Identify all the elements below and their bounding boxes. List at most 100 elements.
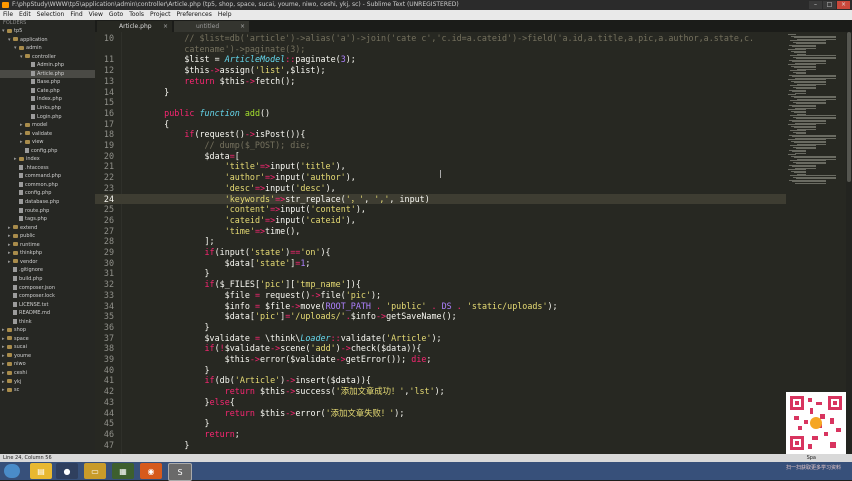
sidebar-file[interactable]: config.php bbox=[0, 189, 95, 197]
code-line[interactable]: 31 } bbox=[95, 268, 786, 279]
menu-project[interactable]: Project bbox=[147, 10, 174, 20]
menu-edit[interactable]: Edit bbox=[16, 10, 34, 20]
sidebar-file[interactable]: think bbox=[0, 318, 95, 326]
sidebar-file[interactable]: .htaccess bbox=[0, 164, 95, 172]
start-button[interactable] bbox=[4, 464, 20, 478]
sidebar-folder[interactable]: ▸ ceshi bbox=[0, 369, 95, 377]
code-line[interactable]: 39 $this->error($validate->getError()); … bbox=[95, 354, 786, 365]
sidebar-file[interactable]: database.php bbox=[0, 198, 95, 206]
sidebar-file[interactable]: composer.lock bbox=[0, 292, 95, 300]
code-line[interactable]: 33 $file = request()->file('pic'); bbox=[95, 290, 786, 301]
menu-goto[interactable]: Goto bbox=[106, 10, 126, 20]
sidebar-file[interactable]: build.php bbox=[0, 275, 95, 283]
notepad-taskbar-icon[interactable]: ▦ bbox=[112, 463, 134, 479]
code-line[interactable]: 17 { bbox=[95, 119, 786, 130]
code-line[interactable]: 40 } bbox=[95, 365, 786, 376]
maximize-button[interactable]: □ bbox=[823, 1, 836, 9]
sidebar-folder[interactable]: ▾ application bbox=[0, 36, 95, 44]
sidebar-folder[interactable]: ▸ runtime bbox=[0, 241, 95, 249]
sidebar-folder[interactable]: ▸ vendor bbox=[0, 258, 95, 266]
sidebar-file[interactable]: Cate.php bbox=[0, 87, 95, 95]
sidebar-file[interactable]: config.php bbox=[0, 147, 95, 155]
code-line[interactable]: 42 return $this->success('添加文章成功！','lst'… bbox=[95, 386, 786, 397]
code-line[interactable]: 12 $this->assign('list',$list); bbox=[95, 65, 786, 76]
close-window-button[interactable]: × bbox=[837, 1, 850, 9]
sidebar-file[interactable]: Article.php bbox=[0, 69, 95, 78]
menu-help[interactable]: Help bbox=[215, 10, 235, 20]
sidebar-folder[interactable]: ▸ sc bbox=[0, 386, 95, 394]
menu-selection[interactable]: Selection bbox=[34, 10, 68, 20]
code-line[interactable]: 25 'content'=>input('content'), bbox=[95, 204, 786, 215]
code-line[interactable]: 14 } bbox=[95, 87, 786, 98]
code-line[interactable]: 45 } bbox=[95, 418, 786, 429]
tab-untitled[interactable]: untitled × bbox=[174, 21, 249, 32]
sublime-taskbar-icon[interactable]: S bbox=[168, 463, 192, 481]
sidebar-file[interactable]: command.php bbox=[0, 172, 95, 180]
sidebar-folder[interactable]: ▸ shop bbox=[0, 326, 95, 334]
code-line[interactable]: 38 if(!$validate->scene('add')->check($d… bbox=[95, 343, 786, 354]
sidebar-folder[interactable]: ▸ extend bbox=[0, 224, 95, 232]
code-line[interactable]: 43 }else{ bbox=[95, 397, 786, 408]
sidebar-folder[interactable]: ▸ ykj bbox=[0, 378, 95, 386]
menu-find[interactable]: Find bbox=[67, 10, 85, 20]
code-line[interactable]: 37 $validate = \think\Loader::validate('… bbox=[95, 333, 786, 344]
close-icon[interactable]: × bbox=[163, 21, 168, 32]
code-line[interactable]: 13 return $this->fetch(); bbox=[95, 76, 786, 87]
folder-taskbar-icon[interactable]: ▭ bbox=[84, 463, 106, 479]
sidebar-folder[interactable]: ▸ youme bbox=[0, 352, 95, 360]
code-line[interactable]: 32 if($_FILES['pic']['tmp_name']){ bbox=[95, 279, 786, 290]
sidebar-file[interactable]: composer.json bbox=[0, 284, 95, 292]
sidebar-file[interactable]: .gitignore bbox=[0, 266, 95, 274]
sidebar-folder[interactable]: ▸ sucai bbox=[0, 343, 95, 351]
sidebar-folder[interactable]: ▾ controller bbox=[0, 53, 95, 61]
code-line[interactable]: 11 $list = ArticleModel::paginate(3); bbox=[95, 54, 786, 65]
editor-scrollbar[interactable] bbox=[846, 32, 852, 454]
sidebar-folder[interactable]: ▸ validate bbox=[0, 130, 95, 138]
sidebar-file[interactable]: tags.php bbox=[0, 215, 95, 223]
code-line[interactable]: 26 'cateid'=>input('cateid'), bbox=[95, 215, 786, 226]
sidebar-folder[interactable]: ▸ thinkphp bbox=[0, 249, 95, 257]
sidebar-file[interactable]: Admin.php bbox=[0, 61, 95, 69]
sidebar-folder[interactable]: ▾ tp5 bbox=[0, 27, 95, 35]
menu-preferences[interactable]: Preferences bbox=[174, 10, 215, 20]
code-line[interactable]: 46 return; bbox=[95, 429, 786, 440]
code-line[interactable]: 16 public function add() bbox=[95, 108, 786, 119]
firefox-taskbar-icon[interactable]: ◉ bbox=[140, 463, 162, 479]
code-line[interactable]: 21 'title'=>input('title'), bbox=[95, 161, 786, 172]
code-line[interactable]: 19 // dump($_POST); die; bbox=[95, 140, 786, 151]
code-line[interactable]: 24 'keywords'=>str_replace('，', ',', inp… bbox=[95, 193, 786, 205]
code-line[interactable]: 23 'desc'=>input('desc'), bbox=[95, 183, 786, 194]
code-line[interactable]: 34 $info = $file->move(ROOT_PATH . 'publ… bbox=[95, 301, 786, 312]
sidebar-folder[interactable]: ▸ model bbox=[0, 121, 95, 129]
code-line[interactable]: 27 'time'=>time(), bbox=[95, 226, 786, 237]
code-line[interactable]: 29 if(input('state')=='on'){ bbox=[95, 247, 786, 258]
sidebar-file[interactable]: Links.php bbox=[0, 104, 95, 112]
code-line[interactable]: 35 $data['pic']='/uploads/'.$info->getSa… bbox=[95, 311, 786, 322]
sidebar-folder[interactable]: ▸ public bbox=[0, 232, 95, 240]
minimap[interactable] bbox=[786, 32, 846, 454]
explorer-taskbar-icon[interactable]: ▤ bbox=[30, 463, 52, 479]
sidebar-file[interactable]: Login.php bbox=[0, 113, 95, 121]
menu-file[interactable]: File bbox=[0, 10, 16, 20]
sidebar-folder[interactable]: ▸ view bbox=[0, 138, 95, 146]
code-line[interactable]: 36 } bbox=[95, 322, 786, 333]
code-line[interactable]: 18 if(request()->isPost()){ bbox=[95, 129, 786, 140]
sidebar-file[interactable]: Base.php bbox=[0, 78, 95, 86]
code-line[interactable]: 44 return $this->error('添加文章失败！'); bbox=[95, 408, 786, 419]
code-line[interactable]: 15 bbox=[95, 97, 786, 108]
menu-view[interactable]: View bbox=[86, 10, 106, 20]
menu-tools[interactable]: Tools bbox=[126, 10, 147, 20]
code-editor[interactable]: 10 // $list=db('article')->alias('a')->j… bbox=[95, 32, 786, 454]
tab-article-php[interactable]: Article.php × bbox=[97, 21, 172, 32]
code-line[interactable]: 41 if(db('Article')->insert($data)){ bbox=[95, 375, 786, 386]
sidebar-file[interactable]: common.php bbox=[0, 181, 95, 189]
code-line[interactable]: 30 $data['state']=1; bbox=[95, 258, 786, 269]
code-line[interactable]: 10 // $list=db('article')->alias('a')->j… bbox=[95, 33, 786, 44]
scrollbar-thumb[interactable] bbox=[847, 32, 851, 182]
code-line[interactable]: 22 'author'=>input('author'), bbox=[95, 172, 786, 183]
sidebar-folder[interactable]: ▸ index bbox=[0, 155, 95, 163]
code-line[interactable]: 20 $data=[ bbox=[95, 151, 786, 162]
sidebar-folder[interactable]: ▸ space bbox=[0, 335, 95, 343]
sidebar-file[interactable]: LICENSE.txt bbox=[0, 301, 95, 309]
minimize-button[interactable]: – bbox=[809, 1, 822, 9]
